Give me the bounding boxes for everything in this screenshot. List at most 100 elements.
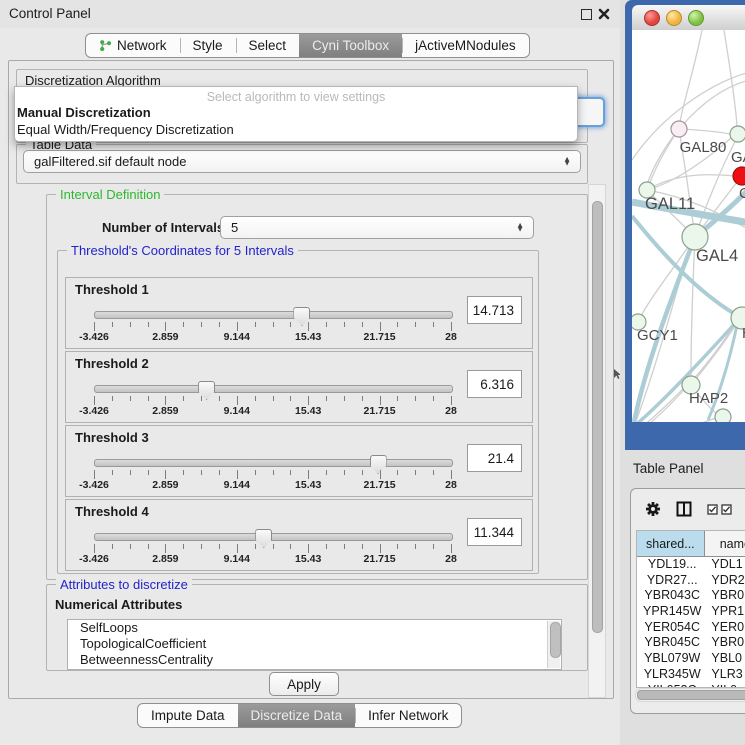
tab-impute-data[interactable]: Impute Data	[138, 704, 238, 727]
dropdown-item-equal-width[interactable]: Equal Width/Frequency Discretization	[15, 121, 577, 138]
table-row[interactable]: YBL079WYBL0	[637, 651, 745, 667]
node-gal80[interactable]	[671, 121, 687, 137]
attributes-title: Attributes to discretize	[56, 577, 192, 592]
control-panel-titlebar: Control Panel	[0, 0, 620, 28]
threshold-4-label: Threshold 4	[75, 504, 149, 519]
table-row[interactable]: YDR27...YDR2	[637, 573, 745, 589]
list-item[interactable]: SelfLoops	[68, 620, 561, 636]
spinner-arrows-icon[interactable]: ▲▼	[563, 157, 571, 166]
close-icon[interactable]	[598, 8, 610, 20]
tick-marks	[94, 544, 451, 553]
threshold-group-title: Threshold's Coordinates for 5 Intervals	[67, 243, 298, 258]
svg-text:C: C	[739, 185, 745, 202]
dropdown-item-manual-discretization[interactable]: Manual Discretization	[15, 104, 577, 121]
number-of-intervals-combo[interactable]: 5 ▲▼	[220, 216, 534, 239]
column-header-name[interactable]: name	[705, 531, 745, 556]
float-window-icon[interactable]	[581, 9, 592, 20]
gear-icon[interactable]	[645, 501, 661, 517]
threshold-4-value-field[interactable]: 11.344	[467, 518, 522, 546]
threshold-coordinates-group: Threshold's Coordinates for 5 Intervals …	[57, 250, 539, 574]
scrollbar-thumb[interactable]	[550, 622, 561, 658]
table-horizontal-scrollbar[interactable]	[635, 688, 745, 702]
tick-scale: -3.4262.8599.14415.4321.71528	[94, 553, 451, 565]
spinner-arrows-icon[interactable]: ▲▼	[516, 223, 524, 232]
top-tabstrip: Network Style Select Cyni Toolbox jActiv…	[85, 33, 530, 58]
apply-button[interactable]: Apply	[269, 672, 339, 696]
node-red-highlighted[interactable]	[733, 167, 745, 185]
list-scrollbar[interactable]	[547, 621, 560, 668]
node-bottom[interactable]	[715, 409, 731, 422]
tick-marks	[94, 322, 451, 331]
attributes-group: Attributes to discretize Numerical Attri…	[46, 584, 588, 671]
table-row[interactable]: YBR043CYBR0	[637, 588, 745, 604]
zoom-traffic-light-icon[interactable]	[688, 10, 704, 26]
tab-cyni-toolbox[interactable]: Cyni Toolbox	[299, 34, 402, 57]
svg-text:GAL11: GAL11	[645, 195, 695, 213]
list-item[interactable]: BetweennessCentrality	[68, 652, 561, 668]
tab-network[interactable]: Network	[86, 34, 180, 57]
svg-text:GA: GA	[731, 149, 745, 166]
scrollbar-thumb[interactable]	[592, 201, 603, 633]
threshold-3-slider[interactable]	[94, 459, 453, 467]
table-row[interactable]: YER054CYER0	[637, 620, 745, 636]
cyni-toolbox-panel: Discretization Algorithm Select algorith…	[8, 60, 614, 699]
tab-label: Network	[117, 38, 167, 53]
table-panel-toolbar	[631, 489, 745, 529]
threshold-4-panel: Threshold 4 -3.4262.8599.14415.4321.7152…	[65, 499, 533, 571]
threshold-3-value-field[interactable]: 21.4	[467, 444, 522, 472]
threshold-2-value-field[interactable]: 6.316	[467, 370, 522, 398]
node-table: shared... name YDL19...YDL1 YDR27...YDR2…	[636, 530, 745, 688]
tab-style[interactable]: Style	[180, 34, 236, 57]
network-icon	[99, 39, 112, 52]
intervals-value: 5	[231, 220, 238, 235]
svg-text:GCY1: GCY1	[637, 327, 678, 344]
tab-infer-network[interactable]: Infer Network	[355, 704, 461, 727]
threshold-1-label: Threshold 1	[75, 282, 149, 297]
tab-discretize-data[interactable]: Discretize Data	[238, 704, 356, 727]
minimize-traffic-light-icon[interactable]	[666, 10, 682, 26]
table-panel-window: shared... name YDL19...YDL1 YDR27...YDR2…	[630, 488, 745, 714]
panel-title: Control Panel	[9, 6, 91, 21]
column-header-shared-name[interactable]: shared...	[637, 531, 705, 556]
network-view-window: GAL80 GA C GAL11 GAL4 GCY1 H HAP2	[625, 0, 745, 450]
table-row[interactable]: YDL19...YDL1	[637, 557, 745, 573]
table-data-combo[interactable]: galFiltered.sif default node ▲▼	[23, 150, 581, 173]
threshold-3-label: Threshold 3	[75, 430, 149, 445]
attributes-list[interactable]: SelfLoops TopologicalCoefficient Between…	[67, 619, 562, 670]
interval-definition-title: Interval Definition	[56, 187, 164, 202]
columns-icon[interactable]	[676, 501, 692, 517]
threshold-2-panel: Threshold 2 -3.4262.8599.14415.4321.7152…	[65, 351, 533, 423]
tick-scale: -3.4262.8599.14415.4321.71528	[94, 405, 451, 417]
tab-label: Style	[193, 38, 223, 53]
table-data-value: galFiltered.sif default node	[34, 154, 186, 169]
numerical-attributes-label: Numerical Attributes	[55, 597, 182, 612]
close-traffic-light-icon[interactable]	[644, 10, 660, 26]
panel-scrollbar[interactable]	[588, 184, 606, 698]
tab-label: Select	[249, 38, 287, 53]
list-item[interactable]: TopologicalCoefficient	[68, 636, 561, 652]
table-header-row: shared... name	[637, 531, 745, 557]
tab-label: Infer Network	[368, 708, 448, 723]
checkbox-icon[interactable]	[721, 504, 732, 515]
tab-label: jActiveMNodules	[415, 38, 516, 53]
svg-text:HAP2: HAP2	[689, 390, 728, 407]
tab-jactivemnodules[interactable]: jActiveMNodules	[402, 34, 529, 57]
table-row[interactable]: YBR045CYBR0	[637, 635, 745, 651]
checkbox-icon[interactable]	[707, 504, 718, 515]
tab-select[interactable]: Select	[236, 34, 300, 57]
number-of-intervals-label: Number of Intervals	[102, 220, 224, 235]
node-top-right[interactable]	[730, 126, 745, 142]
tick-scale: -3.4262.8599.14415.4321.71528	[94, 331, 451, 343]
network-window-titlebar[interactable]	[632, 5, 745, 31]
threshold-1-slider[interactable]	[94, 311, 453, 319]
dropdown-hint: Select algorithm to view settings	[15, 87, 577, 104]
table-row[interactable]: YPR145WYPR1	[637, 604, 745, 620]
table-row[interactable]: YLR345WYLR3	[637, 667, 745, 683]
tab-label: Discretize Data	[251, 708, 343, 723]
network-canvas[interactable]: GAL80 GA C GAL11 GAL4 GCY1 H HAP2	[632, 30, 745, 422]
threshold-4-slider[interactable]	[94, 533, 453, 541]
threshold-3-panel: Threshold 3 -3.4262.8599.14415.4321.7152…	[65, 425, 533, 497]
threshold-2-slider[interactable]	[94, 385, 453, 393]
threshold-1-value-field[interactable]: 14.713	[467, 296, 522, 324]
scrollbar-thumb[interactable]	[637, 690, 745, 700]
